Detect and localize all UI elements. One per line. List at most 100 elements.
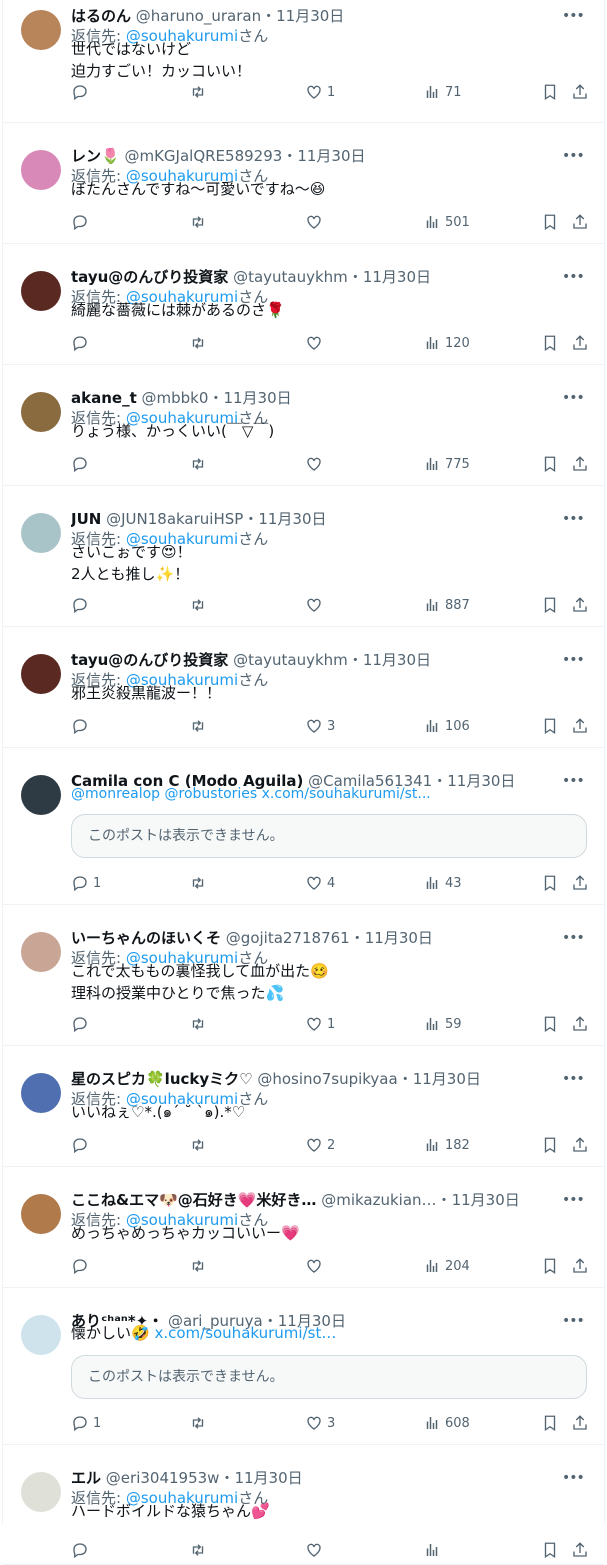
views-button[interactable]: 608 xyxy=(423,1413,470,1433)
views-button[interactable]: 501 xyxy=(423,212,470,232)
views-button[interactable]: 775 xyxy=(423,454,470,474)
like-button[interactable] xyxy=(305,454,327,474)
more-options-icon[interactable]: ••• xyxy=(562,388,585,408)
user-handle[interactable]: @hosino7supikyaa xyxy=(257,1070,397,1088)
views-button[interactable] xyxy=(423,1540,445,1560)
more-options-icon[interactable]: ••• xyxy=(562,1069,585,1089)
more-options-icon[interactable]: ••• xyxy=(562,1468,585,1488)
views-button[interactable]: 182 xyxy=(423,1135,470,1155)
retweet-button[interactable] xyxy=(189,333,211,353)
post-date[interactable]: 11月30日 xyxy=(363,651,431,669)
like-button[interactable]: 1 xyxy=(305,82,335,102)
retweet-button[interactable] xyxy=(189,716,211,736)
bookmark-button[interactable] xyxy=(541,212,559,232)
tweet[interactable]: エル @eri3041953w・11月30日 ••• 返信先: @souhakuru… xyxy=(3,1444,604,1565)
user-handle[interactable]: @mikazukian… xyxy=(321,1191,436,1209)
bookmark-button[interactable] xyxy=(541,1256,559,1276)
share-button[interactable] xyxy=(571,595,589,615)
post-date[interactable]: 11月30日 xyxy=(258,510,326,528)
like-button[interactable] xyxy=(305,595,327,615)
quoted-post-unavailable[interactable]: このポストは表示できません。 xyxy=(71,814,587,858)
retweet-button[interactable] xyxy=(189,1256,211,1276)
retweet-button[interactable] xyxy=(189,1135,211,1155)
avatar[interactable] xyxy=(21,1315,61,1355)
user-handle[interactable]: @gojita2718761 xyxy=(226,929,350,947)
post-date[interactable]: 11月30日 xyxy=(297,147,365,165)
user-handle[interactable]: @JUN18akaruiHSP xyxy=(106,510,243,528)
views-button[interactable]: 71 xyxy=(423,82,462,102)
views-button[interactable]: 59 xyxy=(423,1014,462,1034)
views-button[interactable]: 204 xyxy=(423,1256,470,1276)
tweet[interactable]: いーちゃんのほいくそ @gojita2718761・11月30日 ••• 返信先: … xyxy=(3,904,604,1046)
avatar[interactable] xyxy=(21,654,61,694)
user-name[interactable]: JUN xyxy=(71,510,101,528)
share-button[interactable] xyxy=(571,716,589,736)
user-name[interactable]: 星のスピカ🍀luckyミク♡ xyxy=(71,1070,253,1088)
reply-button[interactable] xyxy=(71,454,93,474)
quoted-post-unavailable[interactable]: このポストは表示できません。 xyxy=(71,1355,587,1399)
post-date[interactable]: 11月30日 xyxy=(452,1191,520,1209)
tweet[interactable]: Camila con C (Modo Aguila) @Camila561341… xyxy=(3,747,604,905)
reply-button[interactable] xyxy=(71,1135,93,1155)
views-button[interactable]: 106 xyxy=(423,716,470,736)
tweet[interactable]: ありᶜʰᵃⁿ*✦・ @ari_puruya・11月30日 ••• 懐かしい🤣 x.c… xyxy=(3,1287,604,1445)
retweet-button[interactable] xyxy=(189,873,211,893)
more-options-icon[interactable]: ••• xyxy=(562,509,585,529)
bookmark-button[interactable] xyxy=(541,1014,559,1034)
reply-button[interactable] xyxy=(71,333,93,353)
user-name[interactable]: akane_t xyxy=(71,389,137,407)
avatar[interactable] xyxy=(21,513,61,553)
more-options-icon[interactable]: ••• xyxy=(562,771,585,791)
tweet-link[interactable]: x.com/souhakurumi/st… xyxy=(154,1324,336,1342)
post-date[interactable]: 11月30日 xyxy=(365,929,433,947)
views-button[interactable]: 887 xyxy=(423,595,470,615)
avatar[interactable] xyxy=(21,392,61,432)
more-options-icon[interactable]: ••• xyxy=(562,146,585,166)
reply-button[interactable]: 1 xyxy=(71,1413,101,1433)
user-name[interactable]: はるのん xyxy=(71,7,131,25)
like-button[interactable] xyxy=(305,212,327,232)
retweet-button[interactable] xyxy=(189,1540,211,1560)
retweet-button[interactable] xyxy=(189,595,211,615)
user-handle[interactable]: @tayutauykhm xyxy=(233,651,348,669)
user-name[interactable]: エル xyxy=(71,1469,101,1487)
post-date[interactable]: 11月30日 xyxy=(447,772,515,790)
share-button[interactable] xyxy=(571,1135,589,1155)
user-handle[interactable]: @haruno_uraran xyxy=(136,7,261,25)
post-date[interactable]: 11月30日 xyxy=(276,7,344,25)
share-button[interactable] xyxy=(571,1540,589,1560)
tweet[interactable]: ここね&エマ🐶@石好き💗米好き… @mikazukian…・11月30日 ••• 返… xyxy=(3,1166,604,1288)
share-button[interactable] xyxy=(571,454,589,474)
avatar[interactable] xyxy=(21,1073,61,1113)
user-name[interactable]: レン🌷 xyxy=(71,147,120,165)
retweet-button[interactable] xyxy=(189,1014,211,1034)
share-button[interactable] xyxy=(571,82,589,102)
retweet-button[interactable] xyxy=(189,454,211,474)
share-button[interactable] xyxy=(571,212,589,232)
like-button[interactable]: 2 xyxy=(305,1135,335,1155)
share-button[interactable] xyxy=(571,873,589,893)
tweet[interactable]: tayu@のんびり投資家 @tayutauykhm・11月30日 ••• 返信先: … xyxy=(3,626,604,748)
bookmark-button[interactable] xyxy=(541,82,559,102)
tweet[interactable]: はるのん @haruno_uraran・11月30日 ••• 返信先: @souha… xyxy=(3,0,604,123)
bookmark-button[interactable] xyxy=(541,873,559,893)
more-options-icon[interactable]: ••• xyxy=(562,267,585,287)
reply-button[interactable] xyxy=(71,212,93,232)
avatar[interactable] xyxy=(21,10,61,50)
reply-button[interactable] xyxy=(71,716,93,736)
like-button[interactable] xyxy=(305,1256,327,1276)
share-button[interactable] xyxy=(571,1256,589,1276)
more-options-icon[interactable]: ••• xyxy=(562,1190,585,1210)
tweet[interactable]: レン🌷 @mKGJalQRE589293・11月30日 ••• 返信先: @souh… xyxy=(3,122,604,244)
avatar[interactable] xyxy=(21,271,61,311)
reply-button[interactable] xyxy=(71,595,93,615)
bookmark-button[interactable] xyxy=(541,1413,559,1433)
bookmark-button[interactable] xyxy=(541,454,559,474)
more-options-icon[interactable]: ••• xyxy=(562,928,585,948)
avatar[interactable] xyxy=(21,1472,61,1512)
reply-button[interactable] xyxy=(71,1540,93,1560)
avatar[interactable] xyxy=(21,932,61,972)
share-button[interactable] xyxy=(571,333,589,353)
bookmark-button[interactable] xyxy=(541,595,559,615)
tweet[interactable]: JUN @JUN18akaruiHSP・11月30日 ••• 返信先: @souha… xyxy=(3,485,604,627)
